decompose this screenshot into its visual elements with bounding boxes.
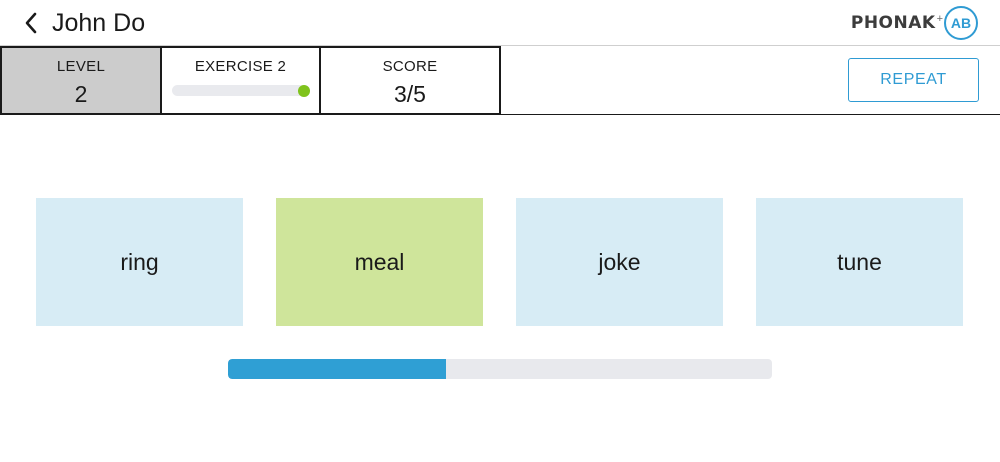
score-label: SCORE xyxy=(382,58,438,75)
header-bar: John Do PHONAK + AB xyxy=(0,0,1000,46)
chevron-left-icon xyxy=(25,12,37,34)
stats-panel: LEVEL 2 EXERCISE 2 SCORE 3/5 xyxy=(0,46,501,115)
logo-badge: AB xyxy=(944,6,978,40)
level-stat: LEVEL 2 xyxy=(2,48,160,113)
exercise-stat: EXERCISE 2 xyxy=(160,48,319,113)
back-button[interactable] xyxy=(18,8,44,38)
choice-card-ring[interactable]: ring xyxy=(36,198,243,326)
page-title: John Do xyxy=(52,9,146,37)
level-value: 2 xyxy=(74,81,88,107)
choice-card-tune[interactable]: tune xyxy=(756,198,963,326)
phonak-ab-logo: PHONAK + AB xyxy=(851,6,978,40)
divider xyxy=(498,114,1000,115)
exercise-progress-indicator xyxy=(297,84,310,97)
score-value: 3/5 xyxy=(394,81,426,107)
progress-bar-fill xyxy=(228,359,446,379)
repeat-button[interactable]: REPEAT xyxy=(848,58,979,102)
progress-bar xyxy=(228,359,772,379)
exercise-label: EXERCISE 2 xyxy=(194,58,287,75)
exercise-progress-track xyxy=(171,84,310,97)
logo-brand: PHONAK xyxy=(850,13,936,33)
choice-card-joke[interactable]: joke xyxy=(516,198,723,326)
choice-card-meal[interactable]: meal xyxy=(276,198,483,326)
logo-plus: + xyxy=(936,13,943,25)
level-label: LEVEL xyxy=(56,58,106,75)
score-stat: SCORE 3/5 xyxy=(319,48,499,113)
